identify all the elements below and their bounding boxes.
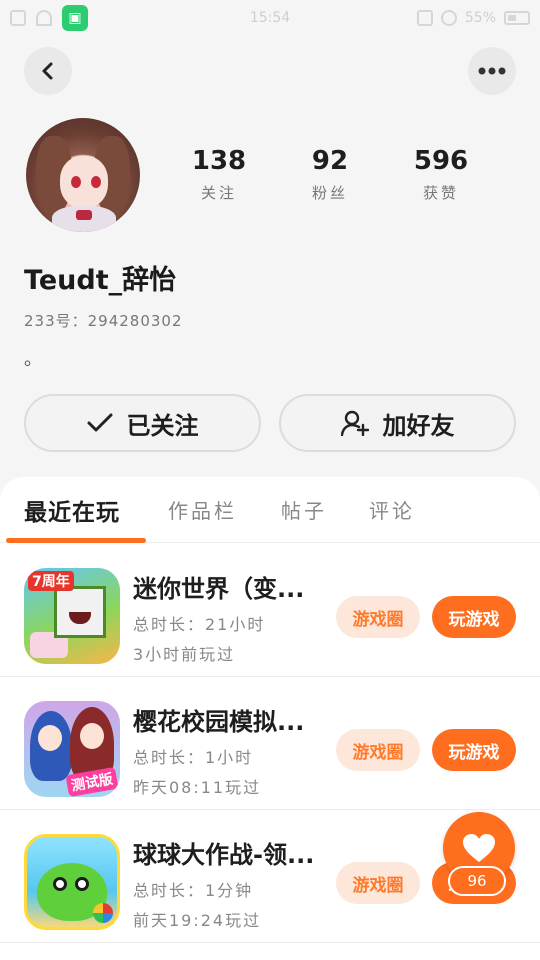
following-stat[interactable]: 138 关注 [174,146,264,203]
game-row[interactable]: 测试版 樱花校园模拟... 总时长：1小时 昨天08:11玩过 游戏圈 玩游戏 [0,677,540,810]
game-circle-button[interactable]: 游戏圈 [336,596,420,638]
game-row[interactable]: 7周年 迷你世界（变... 总时长：21小时 3小时前玩过 游戏圈 玩游戏 [0,544,540,677]
app-store-icon: ▣ [62,5,88,31]
status-bar: ▣ 15:54 55% [0,0,540,36]
battery-percent: 55% [464,10,496,26]
check-icon [87,413,112,432]
chevron-left-icon [42,62,53,80]
game-title[interactable]: 迷你世界（变... [133,569,323,604]
fans-label: 粉丝 [311,184,348,202]
more-button[interactable] [468,47,516,95]
game-last-played: 3小时前玩过 [133,645,236,664]
game-title[interactable]: 球球大作战-领... [133,835,323,870]
status-time: 15:54 [249,10,291,26]
battery-icon [504,11,530,25]
avatar[interactable] [26,118,140,232]
fans-stat[interactable]: 92 粉丝 [285,146,375,203]
tab-bar: 最近在玩 作品栏 帖子 评论 [0,477,540,543]
tab-comments[interactable]: 评论 [369,495,415,524]
user-bio: 。 [24,349,42,370]
play-game-button[interactable]: 玩游戏 [432,596,516,638]
username: Teudt_辞怡 [24,265,177,296]
game-circle-button[interactable]: 游戏圈 [336,729,420,771]
following-count: 138 [191,146,247,176]
tab-recent-play[interactable]: 最近在玩 [24,493,120,527]
game-duration: 总时长：21小时 [133,615,266,634]
likes-count: 596 [413,146,469,176]
heart-icon [463,834,495,862]
followed-button[interactable]: 已关注 [24,394,261,452]
likes-label: 获赞 [422,184,459,202]
user-id: 233号：294280302 [24,312,183,330]
tab-posts[interactable]: 帖子 [281,495,327,524]
fans-count: 92 [311,146,349,176]
game-duration: 总时长：1分钟 [133,881,254,900]
game-last-played: 昨天08:11玩过 [133,778,262,797]
wifi-icon [36,10,52,26]
alarm-icon [440,10,457,26]
likes-stat[interactable]: 596 获赞 [396,146,486,203]
game-icon[interactable]: 测试版 [24,701,120,797]
game-icon[interactable]: 7周年 [24,568,120,664]
back-button[interactable] [24,47,72,95]
play-game-button[interactable]: 玩游戏 [432,729,516,771]
active-tab-indicator [6,538,146,543]
followed-label: 已关注 [126,411,199,440]
game-title[interactable]: 樱花校园模拟... [133,702,323,737]
add-friend-button[interactable]: 加好友 [279,394,516,452]
publisher-logo-icon [93,903,113,923]
mute-icon [416,10,433,26]
add-friend-label: 加好友 [382,411,455,440]
more-dots-icon [478,67,506,75]
following-label: 关注 [200,184,237,202]
add-user-icon [340,410,369,436]
game-icon[interactable] [24,834,120,930]
like-count-badge: 96 [448,866,506,896]
game-last-played: 前天19:24玩过 [133,911,262,930]
tab-works[interactable]: 作品栏 [168,495,237,524]
game-icon-badge: 7周年 [28,571,74,591]
game-duration: 总时长：1小时 [133,748,254,767]
game-circle-button[interactable]: 游戏圈 [336,862,420,904]
image-icon [10,10,26,26]
